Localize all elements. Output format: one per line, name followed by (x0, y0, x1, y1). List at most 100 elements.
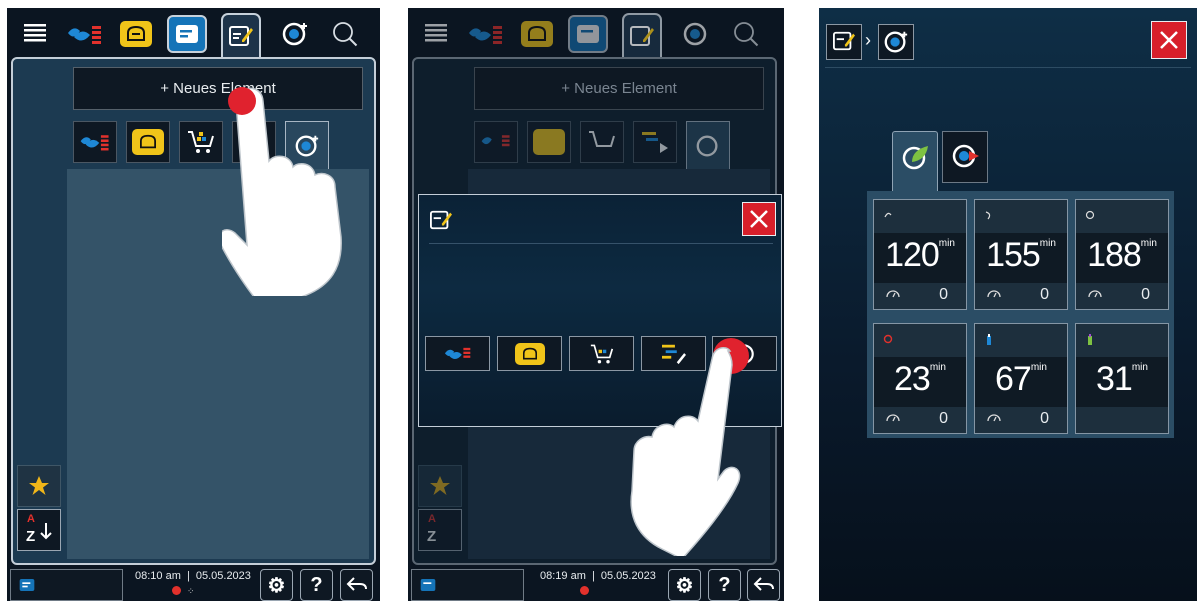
favorites-button[interactable] (17, 465, 61, 507)
care-icon[interactable] (275, 15, 315, 53)
cooking-modes-icon[interactable] (65, 15, 105, 53)
search-icon[interactable] (325, 15, 365, 53)
close-button[interactable] (1151, 21, 1187, 59)
sort-z-label: Z (26, 528, 36, 545)
care-program-tile[interactable]: 31min (1075, 323, 1169, 434)
programs-icon[interactable] (167, 15, 207, 53)
screen-panel-1: + Neues Element A Z 08:10 am | 05.05.202… (7, 8, 380, 601)
cooking-modes-icon[interactable] (466, 15, 506, 53)
settings-button[interactable]: ⚙ (260, 569, 293, 601)
date-text: 05.05.2023 (195, 570, 251, 582)
header-divider (825, 67, 1191, 68)
new-element-label: + Neues Element (160, 80, 276, 97)
category-row (474, 121, 730, 169)
edit-programs-icon[interactable] (221, 13, 261, 57)
program-duration: 188min (1087, 236, 1157, 274)
care-eco-icon (902, 146, 928, 170)
close-icon (1160, 31, 1178, 49)
category-care[interactable] (285, 121, 329, 169)
edit-screen: + Neues Element A Z (11, 57, 376, 565)
close-icon (750, 210, 768, 228)
gauge-icon (987, 290, 1001, 298)
intelligent-cooking-icon[interactable] (116, 15, 156, 53)
favorites-button[interactable] (418, 465, 462, 507)
sort-az-button[interactable]: A Z (418, 509, 462, 551)
back-arrow-icon (753, 577, 774, 591)
search-icon[interactable] (726, 15, 766, 53)
gear-icon: ⚙ (675, 574, 694, 597)
gauge-icon (886, 290, 900, 298)
home-program-button[interactable] (10, 569, 123, 601)
new-element-label: + Neues Element (561, 80, 677, 97)
category-care[interactable] (686, 121, 730, 169)
help-button[interactable]: ? (708, 569, 741, 601)
time-text: 08:19 am (540, 570, 586, 582)
arrow-down-icon (40, 523, 52, 540)
touch-point-indicator (228, 87, 256, 115)
intelligent-cooking-icon[interactable] (517, 15, 557, 53)
back-button[interactable] (747, 569, 780, 601)
breadcrumb-chevron-icon: › (865, 30, 871, 50)
close-button[interactable] (742, 202, 776, 236)
care-breadcrumb-button[interactable] (878, 24, 914, 60)
sort-z-label: Z (427, 528, 437, 545)
time-text: 08:10 am (135, 570, 181, 582)
sort-a-label: A (428, 513, 436, 525)
category-program-list[interactable] (232, 121, 276, 163)
home-program-button[interactable] (411, 569, 524, 601)
type-program-list-button[interactable] (641, 336, 706, 371)
care-program-tile[interactable]: 120min 0 (873, 199, 967, 310)
gauge-icon (886, 414, 900, 422)
back-button[interactable] (340, 569, 373, 601)
care-program-tile[interactable]: 23min 0 (873, 323, 967, 434)
edit-breadcrumb-button[interactable] (826, 24, 862, 60)
program-count: 0 (1141, 286, 1150, 303)
type-intelligent-cooking-button[interactable] (497, 336, 562, 371)
menu-icon[interactable] (15, 15, 55, 53)
care-tab-icon (987, 334, 991, 345)
bottom-status-bar: 08:19 am | 05.05.2023 ⚙ ? (408, 566, 784, 601)
program-duration: 120min (885, 236, 955, 274)
category-program-list[interactable] (633, 121, 677, 163)
top-navigation-bar (7, 8, 380, 58)
top-navigation-bar (408, 8, 784, 58)
category-cooking-modes[interactable] (474, 121, 518, 163)
care-program-tile[interactable]: 67min 0 (974, 323, 1068, 434)
care-program-tile[interactable]: 155min 0 (974, 199, 1068, 310)
care-icon (884, 31, 908, 53)
bottom-status-bar: 08:10 am | 05.05.2023 ⁘ ⚙ ? (7, 566, 380, 601)
tab-care-fast[interactable] (942, 131, 988, 183)
care-descale-icon (1088, 334, 1092, 345)
tab-care-eco[interactable] (892, 131, 938, 191)
settings-button[interactable]: ⚙ (668, 569, 701, 601)
care-rinse-icon (883, 334, 893, 344)
care-icon[interactable] (676, 15, 716, 53)
type-shopping-cart-button[interactable] (569, 336, 634, 371)
program-duration: 23min (894, 360, 946, 398)
help-button[interactable]: ? (300, 569, 333, 601)
new-element-button[interactable]: + Neues Element (474, 67, 764, 110)
date-text: 05.05.2023 (600, 570, 656, 582)
program-icon (19, 579, 35, 591)
status-clock: 08:10 am | 05.05.2023 (135, 570, 251, 582)
category-shopping-cart[interactable] (580, 121, 624, 163)
star-icon (29, 476, 49, 495)
category-intelligent-cooking[interactable] (527, 121, 571, 163)
type-cooking-modes-button[interactable] (425, 336, 490, 371)
care-program-tile[interactable]: 188min 0 (1075, 199, 1169, 310)
category-row (73, 121, 329, 169)
program-duration: 31min (1096, 360, 1148, 398)
programs-icon[interactable] (568, 15, 608, 53)
program-count: 0 (1040, 286, 1049, 303)
status-d-icon (580, 586, 589, 595)
sort-az-button[interactable]: A Z (17, 509, 61, 551)
new-element-button[interactable]: + Neues Element (73, 67, 363, 110)
new-element-type-dialog (418, 194, 782, 427)
category-shopping-cart[interactable] (179, 121, 223, 163)
back-arrow-icon (346, 577, 367, 591)
element-list[interactable] (67, 169, 369, 559)
menu-icon[interactable] (416, 15, 456, 53)
category-cooking-modes[interactable] (73, 121, 117, 163)
category-intelligent-cooking[interactable] (126, 121, 170, 163)
edit-programs-icon[interactable] (622, 13, 662, 57)
